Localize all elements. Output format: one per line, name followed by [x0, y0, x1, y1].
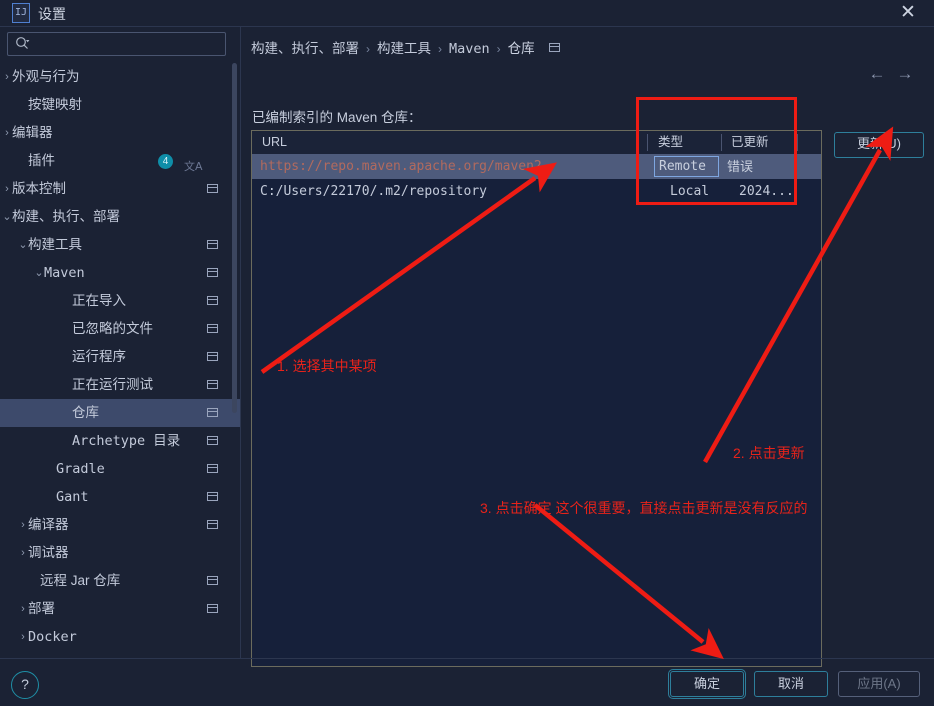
- sidebar-item-label: 部署: [28, 601, 55, 616]
- sidebar-item-7[interactable]: ⌄ Maven: [0, 259, 240, 287]
- sidebar-item-label: Archetype 目录: [72, 433, 181, 449]
- sidebar-item-0[interactable]: › 外观与行为: [0, 63, 240, 91]
- search-input[interactable]: [7, 32, 226, 56]
- sidebar-item-label: 构建工具: [28, 237, 82, 252]
- annotation-step-3: 3. 点击确定 这个很重要，直接点击更新是没有反应的: [480, 500, 808, 516]
- annotation-step-2: 2. 点击更新: [733, 445, 805, 461]
- update-button[interactable]: 更新(U): [834, 132, 924, 158]
- sidebar-item-14[interactable]: Gradle: [0, 455, 240, 483]
- collapse-icon[interactable]: [207, 464, 218, 473]
- sidebar-item-label: 调试器: [28, 545, 69, 560]
- sidebar-item-6[interactable]: ⌄ 构建工具: [0, 231, 240, 259]
- sidebar-item-11[interactable]: 正在运行测试: [0, 371, 240, 399]
- sidebar-item-12[interactable]: 仓库: [0, 399, 240, 427]
- collapse-icon[interactable]: [207, 268, 218, 277]
- breadcrumb-item-0[interactable]: 构建、执行、部署: [251, 41, 359, 56]
- help-button[interactable]: ?: [11, 671, 39, 699]
- sidebar-item-20[interactable]: › Docker: [0, 623, 240, 651]
- sidebar-item-1[interactable]: 按键映射: [0, 91, 240, 119]
- cancel-button[interactable]: 取消: [754, 671, 828, 697]
- annotation-step-1: 1. 选择其中某项: [277, 358, 377, 374]
- sidebar-item-label: 外观与行为: [12, 69, 80, 84]
- sidebar-item-17[interactable]: › 调试器: [0, 539, 240, 567]
- nav-back-icon[interactable]: ←: [866, 63, 888, 85]
- nav-forward-icon[interactable]: →: [894, 63, 916, 85]
- sidebar-item-4[interactable]: › 版本控制: [0, 175, 240, 203]
- sidebar-item-label: 版本控制: [12, 181, 66, 196]
- breadcrumb-item-1[interactable]: 构建工具: [377, 41, 431, 56]
- footer-divider: [0, 658, 934, 659]
- sidebar-item-label: 编译器: [28, 517, 69, 532]
- search-icon: [15, 36, 30, 51]
- ok-button[interactable]: 确定: [668, 669, 746, 699]
- settings-tree: › 外观与行为 按键映射 › 编辑器 插件 4 文A › 版本控制 ⌄ 构建、执行、部署 ⌄ 构建工具 ⌄ M…: [0, 63, 240, 651]
- collapse-icon[interactable]: [207, 520, 218, 529]
- page-title: 已编制索引的 Maven 仓库：: [252, 110, 422, 125]
- sidebar-item-label: 编辑器: [12, 125, 53, 140]
- collapse-icon[interactable]: [207, 492, 218, 501]
- sidebar-item-label: 按键映射: [28, 97, 82, 112]
- sidebar-item-13[interactable]: Archetype 目录: [0, 427, 240, 455]
- breadcrumb-item-2[interactable]: Maven: [449, 41, 490, 57]
- collapse-icon[interactable]: [207, 604, 218, 613]
- annotation-highlight-box: [636, 97, 797, 205]
- sidebar-item-15[interactable]: Gant: [0, 483, 240, 511]
- sidebar-item-label: 运行程序: [72, 349, 126, 364]
- sidebar-item-label: 正在导入: [72, 293, 126, 308]
- collapse-icon[interactable]: [207, 436, 218, 445]
- sidebar-item-label: 构建、执行、部署: [12, 209, 120, 224]
- app-icon: IJ: [12, 3, 30, 23]
- cell-url: C:/Users/22170/.m2/repository: [260, 184, 487, 199]
- sidebar-item-8[interactable]: 正在导入: [0, 287, 240, 315]
- collapse-icon[interactable]: [207, 324, 218, 333]
- sidebar-item-19[interactable]: › 部署: [0, 595, 240, 623]
- breadcrumb-item-3[interactable]: 仓库: [508, 41, 535, 56]
- breadcrumb-separator: ›: [496, 42, 501, 56]
- breadcrumb-collapse-icon[interactable]: [548, 43, 560, 52]
- sidebar-item-18[interactable]: 远程 Jar 仓库: [0, 567, 240, 595]
- sidebar-item-16[interactable]: › 编译器: [0, 511, 240, 539]
- sidebar-item-label: 远程 Jar 仓库: [40, 573, 121, 588]
- sidebar-item-2[interactable]: › 编辑器: [0, 119, 240, 147]
- apply-button[interactable]: 应用(A): [838, 671, 920, 697]
- collapse-icon[interactable]: [207, 380, 218, 389]
- column-header-url[interactable]: URL: [262, 131, 287, 154]
- collapse-icon[interactable]: [207, 184, 218, 193]
- collapse-icon[interactable]: [207, 352, 218, 361]
- breadcrumb-separator: ›: [366, 42, 370, 56]
- sidebar-item-label: Gradle: [56, 461, 105, 477]
- sidebar-item-label: 仓库: [72, 405, 99, 420]
- title-bar: IJ 设置 ✕: [0, 0, 934, 26]
- close-icon[interactable]: ✕: [890, 0, 926, 26]
- main-panel: 构建、执行、部署 › 构建工具 › Maven › 仓库 已编制索引的 Maven 仓库： …: [241, 27, 934, 667]
- plugin-update-badge: 4: [158, 154, 173, 169]
- sidebar-item-3[interactable]: 插件 4 文A: [0, 147, 240, 175]
- sidebar-item-10[interactable]: 运行程序: [0, 343, 240, 371]
- collapse-icon[interactable]: [207, 296, 218, 305]
- breadcrumb: 构建、执行、部署 › 构建工具 › Maven › 仓库: [251, 39, 560, 59]
- settings-sidebar: › 外观与行为 按键映射 › 编辑器 插件 4 文A › 版本控制 ⌄ 构建、执行、部署 ⌄ 构建工具 ⌄ M…: [0, 27, 240, 658]
- sidebar-item-5[interactable]: ⌄ 构建、执行、部署: [0, 203, 240, 231]
- sidebar-item-label: Docker: [28, 629, 77, 645]
- sidebar-item-label: 插件: [28, 153, 55, 168]
- sidebar-item-label: Gant: [56, 489, 89, 505]
- sidebar-item-label: Maven: [44, 265, 85, 281]
- sidebar-item-9[interactable]: 已忽略的文件: [0, 315, 240, 343]
- collapse-icon[interactable]: [207, 408, 218, 417]
- repositories-table[interactable]: URL 类型 已更新 https://repo.maven.apache.org…: [251, 130, 822, 667]
- window-title: 设置: [38, 6, 66, 22]
- breadcrumb-separator: ›: [438, 42, 442, 56]
- sidebar-item-label: 正在运行测试: [72, 377, 153, 392]
- sidebar-item-label: 已忽略的文件: [72, 321, 153, 336]
- collapse-icon[interactable]: [207, 240, 218, 249]
- cell-url: https://repo.maven.apache.org/maven2: [260, 159, 542, 174]
- collapse-icon[interactable]: [207, 576, 218, 585]
- sidebar-scrollbar[interactable]: [232, 63, 237, 413]
